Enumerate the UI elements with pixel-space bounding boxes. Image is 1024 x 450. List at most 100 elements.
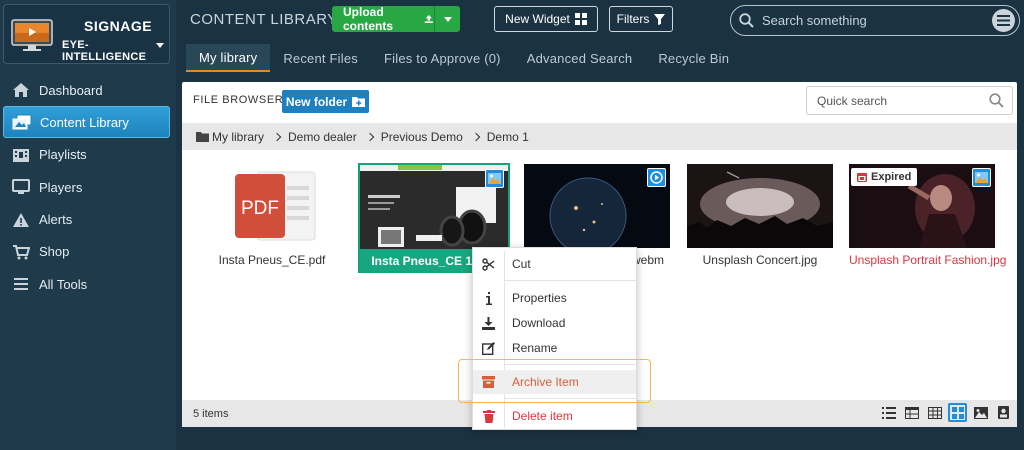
image-type-icon (972, 168, 991, 187)
menu-icon (11, 275, 31, 293)
library-tabs: My library Recent Files Files to Approve… (186, 44, 742, 72)
search-input[interactable]: Search something (762, 13, 867, 28)
breadcrumb: My library Demo dealer Previous Demo Dem… (182, 123, 1017, 150)
sidebar-item-label: Shop (39, 244, 70, 260)
quick-search-input[interactable]: Quick search (806, 86, 1013, 115)
menu-item-delete[interactable]: Delete item (473, 404, 636, 428)
file-thumbnail: PDF (199, 164, 345, 248)
sidebar-item-label: Players (39, 179, 83, 195)
tab-recent-files[interactable]: Recent Files (270, 44, 371, 72)
tab-advanced-search[interactable]: Advanced Search (514, 44, 646, 72)
pdf-file-icon: PDF (235, 171, 316, 241)
sidebar-item-label: Dashboard (39, 82, 103, 98)
item-count: 5 items (193, 407, 229, 420)
sidebar: SIGNAGE Eye-Intelligence Dashboard Conte… (0, 0, 176, 450)
upload-label: Upload contents (343, 5, 394, 33)
gallery-view-icon[interactable] (971, 403, 990, 422)
search-icon (739, 13, 754, 28)
view-mode-switcher (879, 403, 1013, 422)
upload-dropdown-toggle[interactable] (434, 6, 460, 32)
chevron-right-icon (471, 132, 480, 141)
menu-item-label: Delete item (512, 409, 573, 423)
file-thumbnail (360, 165, 508, 249)
menu-item-label: Download (512, 316, 566, 330)
menu-item-download[interactable]: Download (473, 311, 636, 335)
expired-label: Expired (871, 171, 912, 183)
upload-contents-button[interactable]: Upload contents (332, 5, 460, 33)
sidebar-item-content-library[interactable]: Content Library (3, 106, 170, 139)
svg-text:PDF: PDF (241, 198, 279, 219)
file-thumbnail: Expired (849, 164, 995, 248)
tab-recycle-bin[interactable]: Recycle Bin (645, 44, 742, 72)
menu-item-cut[interactable]: Cut (473, 252, 636, 276)
file-name: Insta Pneus_CE.pdf (218, 253, 326, 267)
concert-image (687, 164, 833, 248)
edit-icon (473, 341, 504, 355)
sidebar-item-dashboard[interactable]: Dashboard (3, 74, 170, 106)
breadcrumb-item[interactable]: Previous Demo (381, 130, 463, 144)
info-icon (473, 291, 504, 305)
account-switcher[interactable]: SIGNAGE Eye-Intelligence (3, 4, 170, 64)
search-icon (989, 93, 1004, 108)
breadcrumb-item[interactable]: Demo dealer (288, 130, 357, 144)
quick-search-placeholder: Quick search (817, 93, 888, 108)
header: CONTENT LIBRARY Upload contents New Widg… (176, 0, 1024, 76)
new-folder-button[interactable]: New folder (282, 90, 369, 113)
user-menu-icon[interactable] (992, 9, 1015, 32)
expired-badge: Expired (851, 168, 918, 186)
scissors-icon (473, 257, 504, 271)
file-thumbnail (687, 164, 833, 248)
file-tile[interactable]: Unsplash Concert.jpg (687, 164, 833, 267)
filter-icon (654, 13, 666, 25)
file-name: Unsplash Concert.jpg (702, 253, 818, 267)
file-name: Unsplash Portrait Fashion.jpg (849, 253, 1007, 267)
chevron-right-icon (272, 132, 282, 141)
tab-my-library[interactable]: My library (186, 44, 271, 72)
file-browser-label: FILE BROWSER (193, 94, 284, 106)
portrait-view-icon[interactable] (994, 403, 1013, 422)
small-grid-view-icon[interactable] (925, 403, 944, 422)
file-tile[interactable]: Expired Unsplash Portrait Fashion.jpg (849, 164, 1007, 267)
new-folder-label: New folder (285, 94, 348, 109)
list-view-icon[interactable] (879, 403, 898, 422)
warning-icon (11, 211, 31, 229)
filters-button[interactable]: Filters (609, 6, 673, 32)
filters-label: Filters (616, 12, 650, 26)
sidebar-item-playlists[interactable]: Playlists (3, 139, 170, 171)
breadcrumb-item[interactable]: Demo 1 (487, 130, 529, 144)
file-tile[interactable]: PDF Insta Pneus_CE.pdf (199, 164, 345, 267)
page-title: CONTENT LIBRARY (190, 11, 338, 28)
film-icon (11, 146, 31, 164)
global-search[interactable]: Search something (730, 5, 1020, 36)
breadcrumb-item[interactable]: My library (212, 130, 264, 144)
file-browser-toolbar: FILE BROWSER New folder Quick search (182, 82, 1017, 122)
download-icon (473, 316, 504, 330)
tab-files-to-approve[interactable]: Files to Approve (0) (371, 44, 514, 72)
account-name: Eye-Intelligence (62, 39, 147, 63)
table-view-icon[interactable] (902, 403, 921, 422)
folder-icon (196, 132, 209, 142)
menu-item-properties[interactable]: Properties (473, 286, 636, 310)
home-icon (11, 81, 31, 99)
large-grid-view-icon[interactable] (948, 403, 967, 422)
sidebar-item-alerts[interactable]: Alerts (3, 204, 170, 236)
chevron-down-icon (156, 43, 164, 48)
menu-item-label: Cut (512, 257, 531, 271)
upload-icon (425, 14, 434, 24)
sidebar-item-label: Content Library (40, 114, 129, 130)
image-type-icon (485, 169, 504, 188)
file-thumbnail (524, 164, 670, 248)
brand-title: SIGNAGE (84, 18, 153, 34)
sidebar-item-players[interactable]: Players (3, 171, 170, 203)
cart-icon (11, 243, 31, 261)
menu-item-rename[interactable]: Rename (473, 336, 636, 360)
sidebar-nav: Dashboard Content Library Playlists Play… (3, 74, 170, 301)
video-play-icon (647, 168, 666, 187)
new-widget-button[interactable]: New Widget (494, 6, 598, 32)
sidebar-item-label: All Tools (39, 276, 88, 292)
sidebar-item-shop[interactable]: Shop (3, 236, 170, 268)
sidebar-item-all-tools[interactable]: All Tools (3, 268, 170, 300)
sidebar-item-label: Playlists (39, 147, 87, 163)
calendar-icon (857, 173, 867, 182)
chevron-down-icon (443, 16, 452, 22)
